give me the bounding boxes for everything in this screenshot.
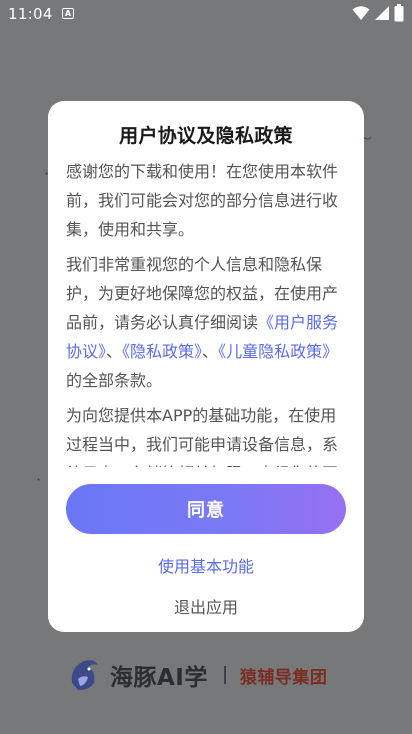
status-bar: 11:04 A	[0, 0, 412, 28]
permissions-paragraph: 为向您提供本APP的基础功能，在使用过程当中，我们可能申请设备信息，系统日志，存…	[66, 406, 339, 467]
privacy-paragraph-suffix: 的全部条款。	[66, 371, 163, 390]
agree-button[interactable]: 同意	[66, 484, 346, 534]
intro-paragraph: 感谢您的下载和使用！在您使用本软件前，我们可能会对您的部分信息进行收集，使用和共…	[66, 162, 339, 239]
brand-divider	[223, 666, 226, 684]
use-basic-functions-button[interactable]: 使用基本功能	[48, 553, 364, 577]
footer-brand: 海豚AI学 猿辅导集团	[68, 654, 327, 696]
status-time: 11:04	[8, 5, 53, 23]
privacy-policy-link[interactable]: 《隐私政策》	[122, 342, 202, 361]
battery-icon	[394, 4, 404, 22]
group-name: 猿辅导集团	[239, 667, 328, 688]
wifi-icon	[352, 6, 370, 20]
cellular-signal-icon	[375, 6, 389, 20]
dolphin-logo-icon	[71, 660, 98, 691]
dialog-title: 用户协议及隐私政策	[119, 125, 293, 147]
brand-name: 海豚AI学	[110, 665, 208, 691]
separator: 、	[202, 342, 219, 361]
separator: 、	[106, 342, 123, 361]
dialog-body[interactable]: 感谢您的下载和使用！在您使用本软件前，我们可能会对您的部分信息进行收集，使用和共…	[66, 157, 348, 467]
privacy-paragraph: 我们非常重视您的个人信息和隐私保护，为更好地保障您的权益，在使用产品前，请务必认…	[66, 250, 348, 395]
status-icons	[352, 4, 404, 22]
background-decoration: ·	[36, 470, 42, 489]
privacy-dialog: 用户协议及隐私政策 感谢您的下载和使用！在您使用本软件前，我们可能会对您的部分信…	[48, 101, 364, 632]
exit-app-button[interactable]: 退出应用	[48, 594, 364, 618]
child-privacy-policy-link[interactable]: 《儿童隐私政策》	[218, 342, 338, 361]
notification-icon: A	[62, 8, 74, 19]
